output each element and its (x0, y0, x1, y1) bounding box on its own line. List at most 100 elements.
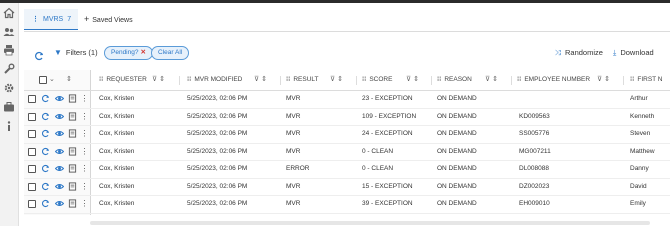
table-row[interactable]: ⋮ Cox, Kristen 5/25/2023, 02:06 PM MVR 0 - C… (24, 143, 670, 161)
toolbar: ▼ Filters (1) Pending? ✕ Clear All ⤨ Random… (24, 45, 670, 61)
remove-chip-icon[interactable]: ✕ (140, 49, 145, 56)
more-vert-icon[interactable]: ⋮ (80, 94, 89, 103)
mvr-modified-cell: 5/25/2023, 02:06 PM (187, 112, 248, 120)
refresh-icon[interactable] (41, 164, 50, 173)
column-separator (179, 76, 180, 85)
select-all-checkbox[interactable] (39, 76, 47, 84)
eye-icon[interactable] (55, 129, 64, 138)
filter-icon: ▼ (54, 48, 62, 57)
print-icon[interactable] (3, 44, 15, 56)
row-checkbox[interactable] (28, 112, 36, 121)
row-checkbox[interactable] (28, 182, 36, 191)
reason-cell: ON DEMAND (437, 165, 477, 172)
column-header-employee-number[interactable]: ⁞⁞ EMPLOYEE NUMBER (517, 70, 590, 90)
score-cell: 109 - EXCEPTION (362, 112, 417, 120)
table-row[interactable]: ⋮ Cox, Kristen 5/25/2023, 02:06 PM MVR 39 - … (24, 195, 670, 214)
eye-icon[interactable] (55, 182, 64, 191)
sort-icon[interactable]: ⇕ (66, 70, 72, 90)
gear-icon[interactable] (3, 82, 15, 94)
score-filter-icon[interactable]: ⊽ ⇕ (406, 70, 419, 90)
notes-icon[interactable] (68, 146, 77, 156)
refresh-icon[interactable] (41, 129, 50, 138)
info-icon[interactable] (3, 120, 15, 132)
notes-icon[interactable] (68, 129, 77, 138)
home-icon[interactable] (3, 7, 15, 19)
reason-cell: ON DEMAND (437, 130, 477, 137)
eye-icon[interactable] (55, 147, 64, 156)
eye-icon[interactable] (55, 164, 64, 173)
horizontal-scrollbar[interactable] (90, 221, 650, 225)
refresh-icon[interactable] (41, 182, 50, 191)
download-label: Download (620, 48, 654, 57)
requester-cell: Cox, Kristen (99, 182, 135, 190)
more-vert-icon[interactable]: ⋮ (80, 182, 89, 191)
notes-icon[interactable] (68, 94, 77, 103)
mvr-modified-filter-icon[interactable]: ⊽ ⇕ (254, 70, 267, 90)
refresh-icon[interactable] (41, 147, 50, 156)
score-cell: 23 - EXCEPTION (362, 95, 413, 102)
refresh-icon[interactable] (34, 48, 44, 61)
more-vert-icon[interactable]: ⋮ (80, 199, 89, 208)
column-header-mvr-modified[interactable]: ⁞⁞ MVR MODIFIED (187, 70, 242, 90)
pending-filter-chip[interactable]: Pending? ✕ (104, 46, 153, 60)
more-vert-icon[interactable]: ⋮ (80, 164, 89, 173)
row-checkbox[interactable] (28, 95, 36, 103)
filters-button[interactable]: ▼ Filters (1) (54, 46, 98, 60)
wrench-icon[interactable] (3, 63, 15, 75)
data-grid: ⌄ ⇕ ⁞⁞ REQUESTER ⊽ ⇕ ⁞⁞ MVR MODIFIED ⊽ ⇕ ⁞… (24, 70, 670, 226)
randomize-button[interactable]: ⤨ Randomize (555, 46, 603, 60)
reason-filter-icon[interactable]: ⊽ ⇕ (485, 70, 498, 90)
mvr-modified-cell: 5/25/2023, 02:06 PM (187, 95, 248, 102)
notes-icon[interactable] (68, 164, 77, 173)
more-vert-icon[interactable]: ⋮ (80, 112, 89, 121)
notes-icon[interactable] (68, 199, 77, 208)
employee-number-cell: EH009010 (519, 200, 550, 207)
clear-all-button[interactable]: Clear All (151, 46, 190, 60)
table-row[interactable]: ⋮ Cox, Kristen 5/25/2023, 02:06 PM MVR 15 - … (24, 178, 670, 196)
drag-handle-icon: ⋮ (32, 16, 39, 23)
column-header-score[interactable]: ⁞⁞ SCORE (362, 70, 392, 90)
employee-number-cell: DL008088 (519, 165, 549, 172)
more-vert-icon[interactable]: ⋮ (80, 147, 89, 156)
table-row[interactable]: ⋮ Cox, Kristen 5/25/2023, 02:06 PM MVR 24 - … (24, 125, 670, 144)
result-filter-icon[interactable]: ⊽ ⇕ (330, 70, 343, 90)
result-header-label: RESULT (293, 76, 319, 83)
refresh-icon[interactable] (41, 199, 50, 208)
eye-icon[interactable] (55, 94, 64, 103)
eye-icon[interactable] (55, 112, 64, 121)
chevron-down-icon[interactable]: ⌄ (49, 70, 55, 90)
table-row[interactable]: ⋮ Cox, Kristen 5/25/2023, 02:06 PM MVR 109 -… (24, 108, 670, 126)
column-header-result[interactable]: ⁞⁞ RESULT (286, 70, 319, 90)
users-icon[interactable] (3, 26, 15, 38)
row-checkbox[interactable] (28, 147, 36, 156)
tab-mvrs[interactable]: ⋮ MVRS 7 (24, 9, 78, 30)
briefcase-icon[interactable] (3, 101, 15, 113)
requester-filter-icon[interactable]: ⊽ ⇕ (152, 70, 165, 90)
score-cell: 0 - CLEAN (362, 147, 394, 155)
notes-icon[interactable] (68, 181, 77, 191)
row-checkbox[interactable] (28, 165, 36, 173)
plus-icon: + (84, 14, 90, 24)
requester-header-label: REQUESTER (106, 76, 147, 83)
eye-icon[interactable] (55, 199, 64, 208)
refresh-icon[interactable] (41, 112, 50, 121)
column-header-requester[interactable]: ⁞⁞ REQUESTER (99, 70, 147, 90)
tab-saved-views[interactable]: + Saved Views (84, 9, 133, 30)
first-name-cell: Kenneth (630, 112, 655, 120)
table-row[interactable]: ⋮ Cox, Kristen 5/25/2023, 02:06 PM MVR 23 - … (24, 90, 670, 109)
first-name-cell: Danny (630, 165, 649, 172)
refresh-icon[interactable] (41, 94, 50, 103)
column-header-first-name[interactable]: ⁞⁞ FIRST N (630, 70, 663, 90)
column-separator (623, 76, 624, 85)
tab-mvrs-count: 7 (67, 16, 72, 23)
employee-number-filter-icon[interactable]: ⊽ ⇕ (597, 70, 610, 90)
more-vert-icon[interactable]: ⋮ (80, 129, 89, 138)
row-checkbox[interactable] (28, 200, 36, 208)
notes-icon[interactable] (68, 111, 77, 121)
table-row[interactable]: ⋮ Cox, Kristen 5/25/2023, 02:06 PM ERROR 0 -… (24, 160, 670, 179)
employee-number-cell: DZ002023 (519, 182, 550, 190)
column-header-reason[interactable]: ⁞⁞ REASON (437, 70, 472, 90)
download-button[interactable]: ⤓ Download (613, 46, 654, 60)
row-checkbox[interactable] (28, 130, 36, 138)
result-cell: MVR (286, 182, 301, 190)
